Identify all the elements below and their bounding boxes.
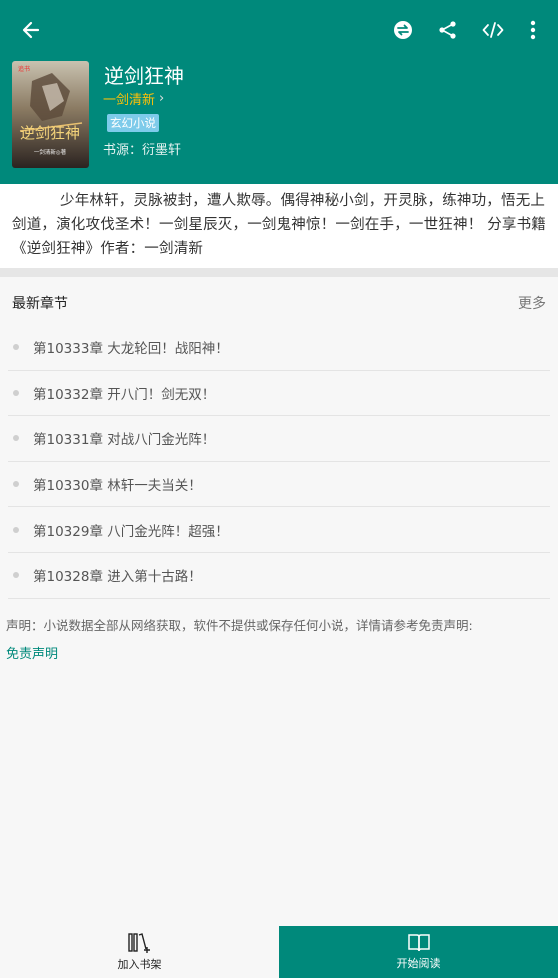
- book-description: 少年林轩，灵脉被封，遭人欺辱。偶得神秘小剑，开灵脉，练神功，悟无上剑道，演化攻伐…: [0, 184, 558, 268]
- add-to-shelf-label: 加入书架: [117, 958, 162, 971]
- disclaimer-link[interactable]: 免责声明: [6, 643, 58, 662]
- share-icon[interactable]: [430, 12, 466, 48]
- disclaimer-notice: 声明：小说数据全部从网络获取，软件不提供或保存任何小说，详情请参考免责声明:: [6, 618, 473, 633]
- section-divider: [0, 268, 558, 277]
- chapter-item[interactable]: 第10333章 大龙轮回！战阳神！: [8, 325, 550, 371]
- chapter-title: 第10332章 开八门！剑无双！: [33, 386, 216, 403]
- more-vert-icon[interactable]: [515, 12, 551, 48]
- bullet-icon: [13, 572, 19, 579]
- bullet-icon: [13, 435, 19, 442]
- chapter-item[interactable]: 第10331章 对战八门金光阵！: [8, 416, 550, 462]
- cover-title: 逆剑狂神: [20, 124, 80, 142]
- cover-author: 一剑清新◎著: [34, 148, 67, 156]
- chapter-title: 第10329章 八门金光阵！超强！: [33, 523, 229, 540]
- start-reading-label: 开始阅读: [396, 957, 441, 970]
- chapter-title: 第10331章 对战八门金光阵！: [33, 432, 216, 449]
- swap-source-icon[interactable]: [385, 12, 421, 48]
- book-detail-page: 追书 逆剑狂神 一剑清新◎著 逆剑狂神 一剑清新 › 玄幻小说 书源：衍墨轩 少…: [0, 0, 558, 978]
- more-chapters-button[interactable]: 更多: [518, 293, 546, 313]
- chapter-item[interactable]: 第10328章 进入第十古路！: [8, 553, 550, 599]
- start-reading-button[interactable]: 开始阅读: [279, 926, 558, 978]
- chapter-item[interactable]: 第10329章 八门金光阵！超强！: [8, 507, 550, 553]
- svg-text:追书: 追书: [18, 65, 30, 73]
- bottom-bar: 加入书架 开始阅读: [0, 926, 558, 978]
- chapter-title: 第10328章 进入第十古路！: [33, 569, 202, 586]
- chapter-item[interactable]: 第10332章 开八门！剑无双！: [8, 371, 550, 417]
- bullet-icon: [13, 344, 19, 351]
- arrow-left-icon[interactable]: [13, 12, 49, 48]
- bullet-icon: [13, 389, 19, 396]
- bullet-icon: [13, 481, 19, 488]
- book-cover[interactable]: 追书 逆剑狂神 一剑清新◎著: [12, 61, 89, 168]
- chevron-right-icon: ›: [159, 91, 165, 106]
- add-to-shelf-button[interactable]: 加入书架: [0, 926, 279, 978]
- author-link[interactable]: 一剑清新 ›: [103, 89, 164, 108]
- bullet-icon: [13, 526, 19, 533]
- open-book-icon: [407, 934, 430, 952]
- chapter-list: 第10333章 大龙轮回！战阳神！ 第10332章 开八门！剑无双！ 第1033…: [8, 325, 550, 599]
- chapter-title: 第10330章 林轩一夫当关！: [33, 478, 202, 495]
- code-icon[interactable]: [475, 12, 511, 48]
- chapter-item[interactable]: 第10330章 林轩一夫当关！: [8, 462, 550, 508]
- header: 追书 逆剑狂神 一剑清新◎著 逆剑狂神 一剑清新 › 玄幻小说 书源：衍墨轩: [0, 0, 558, 184]
- chapter-title: 第10333章 大龙轮回！战阳神！: [33, 341, 229, 358]
- book-source[interactable]: 书源：衍墨轩: [103, 139, 181, 158]
- book-title: 逆剑狂神: [104, 64, 184, 88]
- bookshelf-add-icon: [127, 933, 150, 953]
- chapters-heading: 最新章节: [12, 296, 68, 312]
- author-name: 一剑清新: [103, 93, 156, 108]
- genre-tag[interactable]: 玄幻小说: [107, 114, 159, 132]
